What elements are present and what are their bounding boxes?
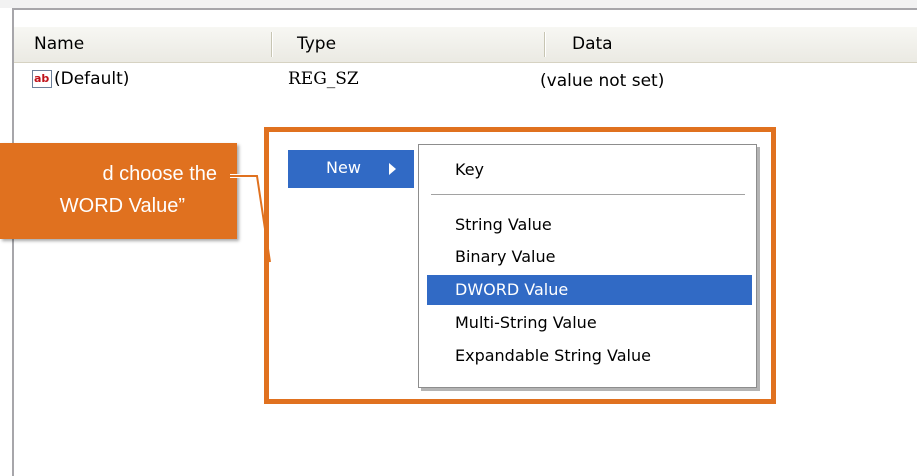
menu-item-binary-value[interactable]: Binary Value [427,242,752,272]
menu-item-key[interactable]: Key [427,155,752,185]
menu-item-dword-value[interactable]: DWORD Value [427,275,752,305]
submenu-arrow-icon [389,163,396,175]
menu-item-multi-string-value[interactable]: Multi-String Value [427,308,752,338]
context-menu-new[interactable]: New [288,150,414,188]
new-submenu: Key String Value Binary Value DWORD Valu… [418,144,757,388]
new-menu-label: New [326,158,361,177]
menu-item-string-value[interactable]: String Value [427,210,752,240]
menu-separator [431,194,745,196]
menu-item-expandable-string-value[interactable]: Expandable String Value [427,341,752,371]
